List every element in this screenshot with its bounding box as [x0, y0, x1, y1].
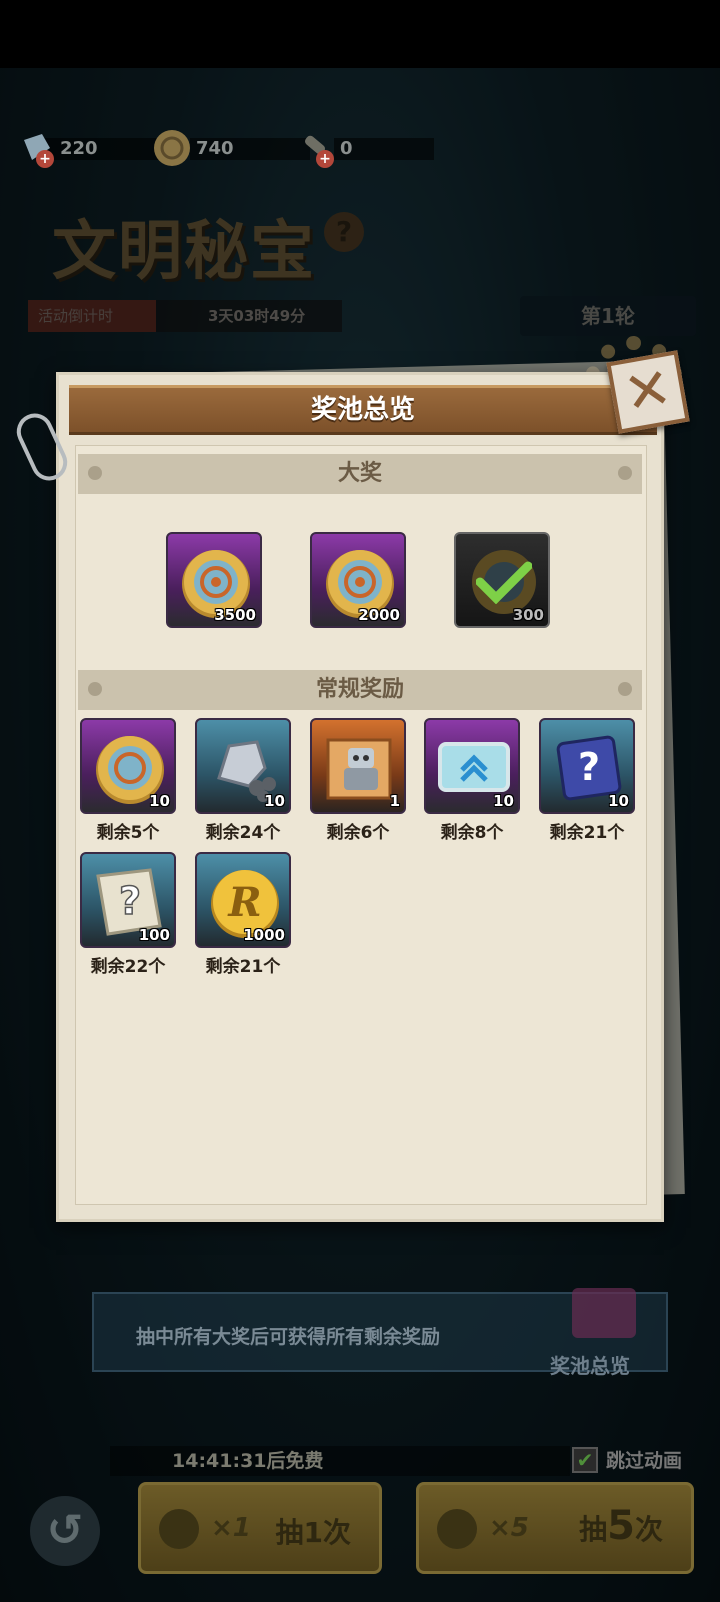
draw-once-multiplier: ×1 — [211, 1513, 251, 1543]
reward-item[interactable]: 10 剩余8个 — [424, 718, 520, 843]
currency-compass-coin-value: 740 — [196, 137, 234, 159]
item-quantity: 10 — [493, 792, 514, 810]
skip-animation-toggle[interactable]: ✔ 跳过动画 — [572, 1446, 682, 1473]
item-quantity: 3500 — [214, 606, 256, 624]
currency-torch-value: 0 — [340, 137, 353, 159]
currency-gem-value: 220 — [60, 137, 98, 159]
torch-icon: + — [294, 128, 338, 168]
check-icon — [476, 561, 532, 604]
status-bar — [0, 0, 720, 68]
item-quantity: 300 — [512, 606, 544, 624]
skip-animation-checkbox[interactable]: ✔ — [572, 1446, 598, 1473]
skip-animation-label: 跳过动画 — [606, 1450, 683, 1472]
svg-text:?: ? — [119, 879, 141, 923]
draw-five-button[interactable]: ×5 抽5次 — [416, 1482, 694, 1574]
item-quantity: 10 — [264, 792, 285, 810]
item-quantity: 1 — [389, 792, 400, 810]
modal-title: 奖池总览 — [69, 385, 657, 435]
item-quantity: 100 — [138, 926, 170, 944]
hint-text: 抽中所有大奖后可获得所有剩余奖励 — [136, 1326, 441, 1348]
remaining-count: 剩余22个 — [90, 957, 166, 977]
item-quantity: 10 — [608, 792, 629, 810]
free-draw-timer: 14:41:31后免费 — [110, 1446, 570, 1476]
grand-prize-item[interactable]: 2000 — [310, 532, 406, 628]
regular-reward-section-title: 常规奖励 — [78, 670, 642, 710]
torch-icon — [437, 1509, 477, 1549]
reward-item[interactable]: 10 剩余24个 — [195, 718, 291, 843]
plus-icon: + — [316, 150, 334, 168]
remaining-count: 剩余21个 — [549, 823, 625, 843]
remaining-count: 剩余21个 — [205, 957, 281, 977]
remaining-count: 剩余5个 — [96, 823, 160, 843]
grand-prize-item[interactable]: 3500 — [166, 532, 262, 628]
torch-icon — [159, 1509, 199, 1549]
robot-puzzle-icon — [326, 738, 392, 800]
draw-once-button[interactable]: ×1 抽1次 — [138, 1482, 382, 1574]
draw-once-label: 抽1次 — [275, 1516, 351, 1549]
treasure-chest-icon — [572, 1288, 636, 1338]
close-button[interactable]: ✕ — [606, 350, 690, 434]
gem-pack-icon: + — [14, 128, 58, 168]
reward-item[interactable]: ? 10 剩余21个 — [539, 718, 635, 843]
reward-item[interactable]: R 1000 剩余21个 — [195, 852, 291, 977]
remaining-count: 剩余24个 — [205, 823, 281, 843]
item-quantity: 1000 — [243, 926, 285, 944]
svg-text:?: ? — [578, 745, 600, 789]
remaining-count: 剩余8个 — [440, 823, 504, 843]
item-quantity: 10 — [149, 792, 170, 810]
grand-prize-item-claimed[interactable]: 300 — [454, 532, 550, 628]
reward-item[interactable]: ? 100 剩余22个 — [80, 852, 176, 977]
close-icon: ✕ — [619, 355, 677, 428]
draw-five-multiplier: ×5 — [489, 1513, 529, 1543]
reward-item[interactable]: 10 剩余5个 — [80, 718, 176, 843]
grand-prize-section-title: 大奖 — [78, 454, 642, 494]
draw-five-label: 抽5次 — [579, 1503, 663, 1549]
remaining-count: 剩余6个 — [326, 823, 390, 843]
plus-icon: + — [36, 150, 54, 168]
svg-text:R: R — [227, 879, 261, 926]
item-quantity: 2000 — [358, 606, 400, 624]
prize-pool-overview-button[interactable]: 奖池总览 — [550, 1350, 630, 1379]
reward-item[interactable]: 1 剩余6个 — [310, 718, 406, 843]
compass-coin-icon — [150, 128, 194, 168]
back-button[interactable]: ↺ — [30, 1496, 100, 1566]
